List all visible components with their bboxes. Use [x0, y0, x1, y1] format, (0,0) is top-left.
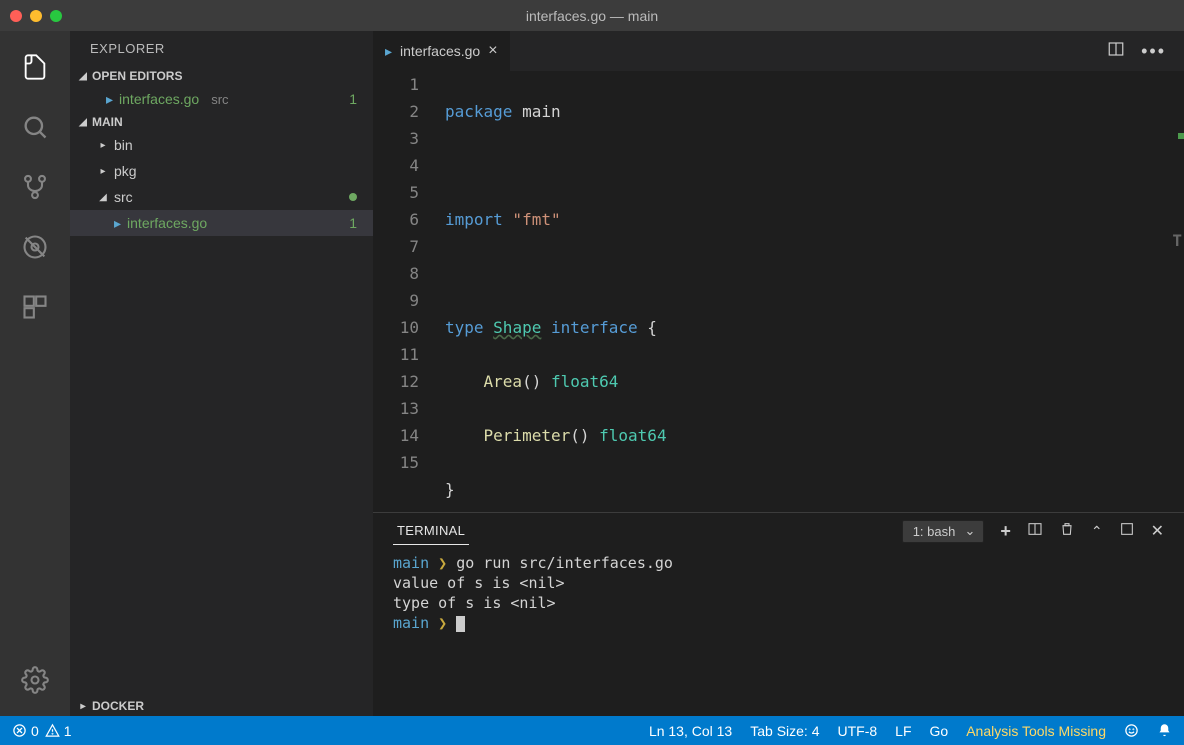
minimize-window-button[interactable] — [30, 10, 42, 22]
folder-bin[interactable]: ▸ bin — [70, 132, 373, 158]
cursor-icon — [456, 616, 465, 632]
source-control-icon[interactable] — [11, 163, 59, 211]
folder-src[interactable]: ◢ src — [70, 184, 373, 210]
status-encoding[interactable]: UTF-8 — [838, 723, 878, 739]
terminal-panel: TERMINAL 1: bash + ⌃ ✕ main ❯ go run src… — [373, 512, 1184, 716]
collapse-panel-icon[interactable]: ⌃ — [1091, 523, 1103, 540]
folder-name: src — [114, 189, 133, 205]
status-eol[interactable]: LF — [895, 723, 911, 739]
chevron-right-icon: ▸ — [98, 166, 108, 177]
open-editors-header[interactable]: ◢ OPEN EDITORS — [70, 66, 373, 86]
panel-tabs: TERMINAL 1: bash + ⌃ ✕ — [373, 513, 1184, 549]
terminal-output[interactable]: main ❯ go run src/interfaces.go value of… — [373, 549, 1184, 716]
tab-label: interfaces.go — [400, 43, 480, 59]
maximize-window-button[interactable] — [50, 10, 62, 22]
terminal-tab[interactable]: TERMINAL — [393, 517, 469, 545]
folder-name: pkg — [114, 163, 137, 179]
editor-area: ▸ interfaces.go × ••• 123456789101112131… — [373, 31, 1184, 716]
line-number-gutter: 123456789101112131415 — [373, 71, 445, 512]
docker-label: DOCKER — [92, 699, 144, 713]
project-header[interactable]: ◢ MAIN — [70, 112, 373, 132]
modified-dot-icon — [349, 193, 357, 201]
minimap[interactable]: T — [1166, 71, 1184, 512]
file-badge: 1 — [349, 215, 357, 231]
notifications-bell-icon[interactable] — [1157, 723, 1172, 738]
editor-tabs: ▸ interfaces.go × ••• — [373, 31, 1184, 71]
sidebar-explorer: EXPLORER ◢ OPEN EDITORS ▸ interfaces.go … — [70, 31, 373, 716]
feedback-smiley-icon[interactable] — [1124, 723, 1139, 738]
kill-terminal-icon[interactable] — [1059, 521, 1075, 542]
chevron-down-icon: ◢ — [78, 117, 88, 128]
status-analysis-warning[interactable]: Analysis Tools Missing — [966, 723, 1106, 739]
open-editor-path: src — [211, 92, 228, 107]
debug-icon[interactable] — [11, 223, 59, 271]
go-file-icon: ▸ — [106, 91, 113, 108]
folder-name: bin — [114, 137, 133, 153]
chevron-down-icon: ◢ — [98, 192, 108, 203]
traffic-lights — [10, 10, 62, 22]
terminal-controls: 1: bash + ⌃ ✕ — [902, 520, 1164, 543]
activity-bar — [0, 31, 70, 716]
open-editor-filename: interfaces.go — [119, 91, 199, 107]
window-title: interfaces.go — main — [526, 8, 658, 24]
status-language[interactable]: Go — [930, 723, 949, 739]
minimap-indicator-icon: T — [1172, 227, 1182, 254]
titlebar: interfaces.go — main — [0, 0, 1184, 31]
file-name: interfaces.go — [127, 215, 207, 231]
search-icon[interactable] — [11, 103, 59, 151]
project-label: MAIN — [92, 115, 123, 129]
go-file-icon: ▸ — [114, 215, 121, 232]
folder-pkg[interactable]: ▸ pkg — [70, 158, 373, 184]
split-editor-icon[interactable] — [1107, 40, 1125, 63]
explorer-icon[interactable] — [11, 43, 59, 91]
docker-header[interactable]: ▸ DOCKER — [70, 696, 373, 716]
status-ln-col[interactable]: Ln 13, Col 13 — [649, 723, 732, 739]
code-content[interactable]: package main import "fmt" type Shape int… — [445, 71, 1166, 512]
status-tab-size[interactable]: Tab Size: 4 — [750, 723, 819, 739]
maximize-panel-icon[interactable] — [1119, 521, 1135, 542]
open-editor-item[interactable]: ▸ interfaces.go src 1 — [70, 86, 373, 112]
code-editor[interactable]: 123456789101112131415 package main impor… — [373, 71, 1184, 512]
close-panel-icon[interactable]: ✕ — [1151, 521, 1164, 541]
extensions-icon[interactable] — [11, 283, 59, 331]
explorer-title: EXPLORER — [70, 31, 373, 66]
status-warnings[interactable]: 1 — [45, 723, 72, 739]
tab-interfaces-go[interactable]: ▸ interfaces.go × — [373, 31, 510, 71]
chevron-right-icon: ▸ — [98, 140, 108, 151]
statusbar: 0 1 Ln 13, Col 13 Tab Size: 4 UTF-8 LF G… — [0, 716, 1184, 745]
split-terminal-icon[interactable] — [1027, 521, 1043, 542]
new-terminal-icon[interactable]: + — [1000, 521, 1011, 542]
more-actions-icon[interactable]: ••• — [1141, 41, 1166, 62]
status-errors[interactable]: 0 — [12, 723, 39, 739]
terminal-shell-select[interactable]: 1: bash — [902, 520, 985, 543]
chevron-right-icon: ▸ — [78, 701, 88, 712]
open-editor-badge: 1 — [349, 91, 357, 107]
open-editors-label: OPEN EDITORS — [92, 69, 182, 83]
minimap-marker — [1178, 133, 1184, 139]
close-window-button[interactable] — [10, 10, 22, 22]
close-tab-icon[interactable]: × — [488, 42, 497, 60]
file-interfaces-go[interactable]: ▸ interfaces.go 1 — [70, 210, 373, 236]
editor-actions: ••• — [1089, 31, 1184, 71]
chevron-down-icon: ◢ — [78, 71, 88, 82]
settings-gear-icon[interactable] — [11, 656, 59, 704]
go-file-icon: ▸ — [385, 43, 392, 60]
